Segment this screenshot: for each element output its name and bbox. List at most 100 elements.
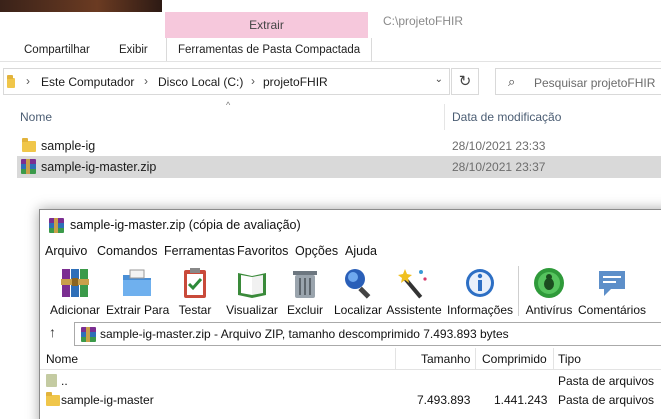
chevron-right-icon: ›: [26, 74, 30, 88]
parent-folder-icon: [46, 374, 57, 387]
menu-ajuda[interactable]: Ajuda: [345, 244, 377, 258]
winrar-archive-icon: [21, 159, 36, 174]
toolbar-separator: [518, 266, 519, 316]
file-row[interactable]: sample-ig 28/10/2021 23:33: [17, 135, 661, 157]
archive-path-field[interactable]: sample-ig-master.zip - Arquivo ZIP, tama…: [74, 322, 661, 346]
toolbar-label: Assistente: [386, 303, 442, 317]
book-view-icon: [238, 273, 266, 298]
tab-compartilhar[interactable]: Compartilhar: [24, 38, 90, 62]
column-divider[interactable]: [444, 104, 445, 130]
tab-extrair[interactable]: Extrair: [165, 12, 368, 38]
trash-icon: [293, 271, 317, 298]
archive-column-headers: Nome Tamanho Comprimido Tipo: [40, 348, 661, 370]
entry-type: Pasta de arquivos: [558, 374, 655, 388]
desktop-screen: Extrair C:\projetoFHIR Compartilhar Exib…: [0, 0, 661, 419]
magnifier-icon: [345, 269, 371, 299]
comentarios-button[interactable]: Comentários: [576, 264, 648, 320]
column-divider[interactable]: [553, 348, 554, 370]
toolbar-label: Visualizar: [226, 303, 278, 317]
bug-icon: [534, 268, 564, 298]
winrar-title: sample-ig-master.zip (cópia de avaliação…: [70, 218, 301, 232]
arrow-up-icon[interactable]: ↑: [49, 324, 56, 340]
archive-path-text: sample-ig-master.zip - Arquivo ZIP, tama…: [100, 327, 509, 341]
visualizar-button[interactable]: Visualizar: [224, 264, 280, 320]
assistente-button[interactable]: Assistente: [386, 264, 442, 320]
antivirus-button[interactable]: Antivírus: [524, 264, 574, 320]
file-name: sample-ig-master.zip: [41, 160, 157, 174]
table-row[interactable]: sample-ig-master 7.493.893 1.441.243 Pas…: [40, 390, 661, 410]
folder-icon: [46, 392, 60, 406]
table-row[interactable]: .. Pasta de arquivos: [40, 371, 661, 391]
toolbar-label: Extrair Para: [106, 303, 170, 317]
menu-arquivo[interactable]: Arquivo: [45, 244, 87, 258]
tab-ferramentas-pasta-compactada[interactable]: Ferramentas de Pasta Compactada: [166, 38, 373, 62]
tab-exibir[interactable]: Exibir: [119, 38, 148, 62]
column-divider[interactable]: [475, 348, 476, 370]
folder-icon: [22, 138, 36, 152]
column-header-size[interactable]: Tamanho: [421, 352, 470, 366]
toolbar: Adicionar Extrair Para Testar Visualizar…: [40, 262, 661, 320]
magic-wand-icon: [398, 269, 427, 299]
ribbon-divider: [0, 61, 661, 62]
clipboard-check-icon: [184, 268, 206, 298]
column-header-packed[interactable]: Comprimido: [482, 352, 547, 366]
menu-ferramentas[interactable]: Ferramentas: [164, 244, 235, 258]
column-header-date[interactable]: Data de modificação: [452, 110, 561, 124]
entry-type: Pasta de arquivos: [558, 393, 655, 407]
column-header-type[interactable]: Tipo: [558, 352, 581, 366]
chevron-right-icon: ›: [251, 74, 255, 88]
extrair-para-button[interactable]: Extrair Para: [106, 264, 170, 320]
winrar-titlebar[interactable]: sample-ig-master.zip (cópia de avaliação…: [40, 210, 661, 240]
winrar-window[interactable]: sample-ig-master.zip (cópia de avaliação…: [39, 209, 661, 419]
refresh-button[interactable]: ↻: [451, 68, 479, 95]
books-stack-icon: [61, 269, 89, 297]
breadcrumb-este-computador[interactable]: Este Computador: [41, 75, 134, 89]
entry-size: 7.493.893: [417, 393, 471, 407]
toolbar-label: Informações: [446, 303, 514, 317]
folder-icon: [7, 75, 15, 88]
breadcrumb-disco-local[interactable]: Disco Local (C:): [158, 75, 243, 89]
informacoes-button[interactable]: Informações: [446, 264, 514, 320]
search-placeholder: Pesquisar projetoFHIR: [534, 76, 656, 90]
winrar-app-icon: [49, 218, 64, 233]
testar-button[interactable]: Testar: [172, 264, 218, 320]
entry-packed: 1.441.243: [494, 393, 548, 407]
search-icon: ⌕: [508, 74, 516, 89]
toolbar-label: Excluir: [286, 303, 323, 317]
speech-bubble-icon: [599, 271, 625, 296]
toolbar-label: Testar: [178, 303, 212, 317]
file-name: sample-ig: [41, 139, 96, 153]
adicionar-button[interactable]: Adicionar: [48, 264, 102, 320]
folder-extract-icon: [123, 269, 151, 296]
column-divider[interactable]: [395, 348, 396, 370]
localizar-button[interactable]: Localizar: [332, 264, 384, 320]
menu-comandos[interactable]: Comandos: [97, 244, 157, 258]
search-input[interactable]: ⌕ Pesquisar projetoFHIR: [495, 68, 661, 95]
archive-path-bar: ↑ sample-ig-master.zip - Arquivo ZIP, ta…: [40, 321, 661, 347]
entry-name: ..: [61, 374, 68, 388]
file-date: 28/10/2021 23:33: [452, 139, 546, 153]
address-bar[interactable]: › Este Computador › Disco Local (C:) › p…: [3, 68, 450, 95]
toolbar-label: Antivírus: [525, 303, 573, 317]
file-row-selected[interactable]: sample-ig-master.zip 28/10/2021 23:37: [17, 156, 661, 178]
window-title: C:\projetoFHIR: [383, 14, 464, 28]
desktop-wallpaper: [0, 0, 162, 12]
file-date: 28/10/2021 23:37: [452, 160, 546, 174]
excluir-button[interactable]: Excluir: [284, 264, 326, 320]
window-top-strip: [0, 0, 661, 12]
toolbar-label: Adicionar: [49, 303, 101, 317]
entry-name: sample-ig-master: [61, 393, 154, 407]
menu-opcoes[interactable]: Opções: [295, 244, 338, 258]
info-icon: [466, 269, 494, 297]
sort-up-icon: ^: [226, 100, 231, 110]
breadcrumb-projetofhir[interactable]: projetoFHIR: [263, 75, 328, 89]
chevron-right-icon: ›: [144, 74, 148, 88]
toolbar-label: Localizar: [333, 303, 383, 317]
menu-favoritos[interactable]: Favoritos: [237, 244, 288, 258]
refresh-icon: ↻: [458, 73, 472, 90]
toolbar-label: Comentários: [577, 303, 647, 317]
winrar-archive-icon: [81, 327, 96, 342]
chevron-down-icon[interactable]: ⌄: [435, 74, 443, 85]
column-header-name[interactable]: Nome: [46, 352, 78, 366]
column-header-name[interactable]: Nome: [20, 110, 52, 124]
